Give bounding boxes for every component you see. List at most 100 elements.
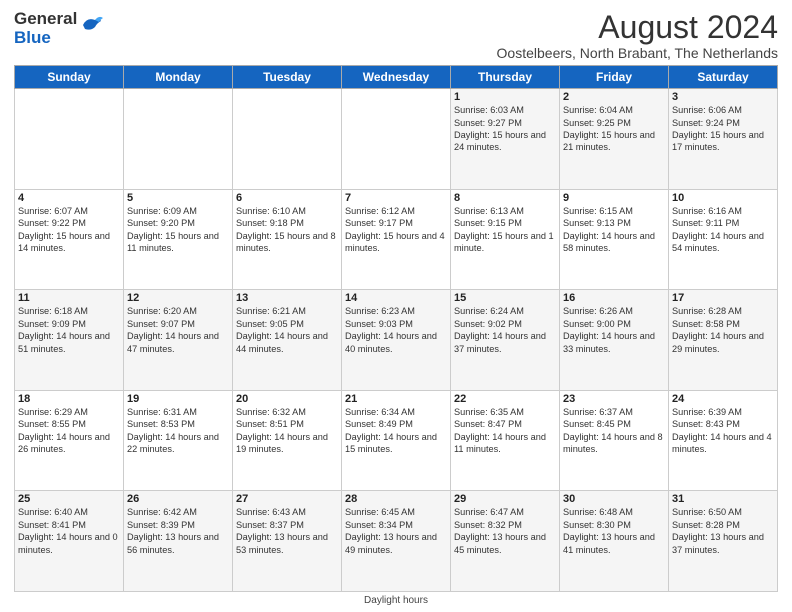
day-number: 1 [454,91,556,103]
day-cell: 5Sunrise: 6:09 AM Sunset: 9:20 PM Daylig… [124,189,233,290]
day-number: 20 [236,393,338,405]
week-row-1: 1Sunrise: 6:03 AM Sunset: 9:27 PM Daylig… [15,89,778,190]
calendar-body: 1Sunrise: 6:03 AM Sunset: 9:27 PM Daylig… [15,89,778,592]
day-info: Sunrise: 6:31 AM Sunset: 8:53 PM Dayligh… [127,406,229,456]
week-row-2: 4Sunrise: 6:07 AM Sunset: 9:22 PM Daylig… [15,189,778,290]
day-info: Sunrise: 6:15 AM Sunset: 9:13 PM Dayligh… [563,205,665,255]
day-info: Sunrise: 6:16 AM Sunset: 9:11 PM Dayligh… [672,205,774,255]
logo-bird-icon [81,15,103,35]
day-cell: 16Sunrise: 6:26 AM Sunset: 9:00 PM Dayli… [560,290,669,391]
calendar-header: SundayMondayTuesdayWednesdayThursdayFrid… [15,66,778,89]
day-cell: 20Sunrise: 6:32 AM Sunset: 8:51 PM Dayli… [233,390,342,491]
day-cell: 6Sunrise: 6:10 AM Sunset: 9:18 PM Daylig… [233,189,342,290]
day-number: 23 [563,393,665,405]
day-cell: 21Sunrise: 6:34 AM Sunset: 8:49 PM Dayli… [342,390,451,491]
day-number: 2 [563,91,665,103]
header: General Blue August 2024 Oostelbeers, No… [14,10,778,61]
day-info: Sunrise: 6:37 AM Sunset: 8:45 PM Dayligh… [563,406,665,456]
day-cell: 13Sunrise: 6:21 AM Sunset: 9:05 PM Dayli… [233,290,342,391]
day-cell: 7Sunrise: 6:12 AM Sunset: 9:17 PM Daylig… [342,189,451,290]
logo-general: General [14,9,77,28]
day-info: Sunrise: 6:13 AM Sunset: 9:15 PM Dayligh… [454,205,556,255]
logo-text: General Blue [14,10,77,47]
day-number: 6 [236,192,338,204]
day-number: 11 [18,292,120,304]
day-cell [15,89,124,190]
day-number: 22 [454,393,556,405]
day-cell: 4Sunrise: 6:07 AM Sunset: 9:22 PM Daylig… [15,189,124,290]
day-info: Sunrise: 6:29 AM Sunset: 8:55 PM Dayligh… [18,406,120,456]
day-number: 26 [127,493,229,505]
day-cell: 23Sunrise: 6:37 AM Sunset: 8:45 PM Dayli… [560,390,669,491]
day-number: 7 [345,192,447,204]
day-cell: 24Sunrise: 6:39 AM Sunset: 8:43 PM Dayli… [669,390,778,491]
col-header-monday: Monday [124,66,233,89]
day-cell [342,89,451,190]
day-info: Sunrise: 6:32 AM Sunset: 8:51 PM Dayligh… [236,406,338,456]
day-info: Sunrise: 6:20 AM Sunset: 9:07 PM Dayligh… [127,305,229,355]
day-info: Sunrise: 6:09 AM Sunset: 9:20 PM Dayligh… [127,205,229,255]
day-number: 10 [672,192,774,204]
day-info: Sunrise: 6:03 AM Sunset: 9:27 PM Dayligh… [454,104,556,154]
day-cell: 14Sunrise: 6:23 AM Sunset: 9:03 PM Dayli… [342,290,451,391]
day-number: 21 [345,393,447,405]
col-header-thursday: Thursday [451,66,560,89]
day-number: 3 [672,91,774,103]
title-block: August 2024 Oostelbeers, North Brabant, … [497,10,778,61]
day-cell: 31Sunrise: 6:50 AM Sunset: 8:28 PM Dayli… [669,491,778,592]
day-info: Sunrise: 6:40 AM Sunset: 8:41 PM Dayligh… [18,506,120,556]
day-number: 5 [127,192,229,204]
day-info: Sunrise: 6:43 AM Sunset: 8:37 PM Dayligh… [236,506,338,556]
day-cell [124,89,233,190]
day-cell: 30Sunrise: 6:48 AM Sunset: 8:30 PM Dayli… [560,491,669,592]
day-cell: 29Sunrise: 6:47 AM Sunset: 8:32 PM Dayli… [451,491,560,592]
day-info: Sunrise: 6:34 AM Sunset: 8:49 PM Dayligh… [345,406,447,456]
day-number: 27 [236,493,338,505]
day-info: Sunrise: 6:12 AM Sunset: 9:17 PM Dayligh… [345,205,447,255]
day-cell: 26Sunrise: 6:42 AM Sunset: 8:39 PM Dayli… [124,491,233,592]
day-number: 8 [454,192,556,204]
day-cell: 22Sunrise: 6:35 AM Sunset: 8:47 PM Dayli… [451,390,560,491]
day-cell: 1Sunrise: 6:03 AM Sunset: 9:27 PM Daylig… [451,89,560,190]
day-number: 12 [127,292,229,304]
day-number: 4 [18,192,120,204]
day-number: 24 [672,393,774,405]
col-header-friday: Friday [560,66,669,89]
day-number: 25 [18,493,120,505]
logo-blue: Blue [14,28,51,47]
day-info: Sunrise: 6:28 AM Sunset: 8:58 PM Dayligh… [672,305,774,355]
day-cell: 8Sunrise: 6:13 AM Sunset: 9:15 PM Daylig… [451,189,560,290]
day-cell: 27Sunrise: 6:43 AM Sunset: 8:37 PM Dayli… [233,491,342,592]
day-number: 14 [345,292,447,304]
col-header-saturday: Saturday [669,66,778,89]
day-cell: 28Sunrise: 6:45 AM Sunset: 8:34 PM Dayli… [342,491,451,592]
day-number: 17 [672,292,774,304]
header-row: SundayMondayTuesdayWednesdayThursdayFrid… [15,66,778,89]
week-row-3: 11Sunrise: 6:18 AM Sunset: 9:09 PM Dayli… [15,290,778,391]
day-cell: 19Sunrise: 6:31 AM Sunset: 8:53 PM Dayli… [124,390,233,491]
day-cell [233,89,342,190]
day-info: Sunrise: 6:04 AM Sunset: 9:25 PM Dayligh… [563,104,665,154]
day-info: Sunrise: 6:07 AM Sunset: 9:22 PM Dayligh… [18,205,120,255]
legend-item: Daylight hours [364,595,428,606]
calendar-table: SundayMondayTuesdayWednesdayThursdayFrid… [14,65,778,592]
day-cell: 3Sunrise: 6:06 AM Sunset: 9:24 PM Daylig… [669,89,778,190]
day-info: Sunrise: 6:35 AM Sunset: 8:47 PM Dayligh… [454,406,556,456]
day-number: 28 [345,493,447,505]
day-info: Sunrise: 6:42 AM Sunset: 8:39 PM Dayligh… [127,506,229,556]
subtitle: Oostelbeers, North Brabant, The Netherla… [497,45,778,61]
day-info: Sunrise: 6:47 AM Sunset: 8:32 PM Dayligh… [454,506,556,556]
day-info: Sunrise: 6:50 AM Sunset: 8:28 PM Dayligh… [672,506,774,556]
day-info: Sunrise: 6:39 AM Sunset: 8:43 PM Dayligh… [672,406,774,456]
day-number: 9 [563,192,665,204]
footer: Daylight hours [14,595,778,606]
col-header-tuesday: Tuesday [233,66,342,89]
col-header-wednesday: Wednesday [342,66,451,89]
day-number: 29 [454,493,556,505]
logo: General Blue [14,10,103,47]
day-info: Sunrise: 6:06 AM Sunset: 9:24 PM Dayligh… [672,104,774,154]
day-number: 31 [672,493,774,505]
day-info: Sunrise: 6:23 AM Sunset: 9:03 PM Dayligh… [345,305,447,355]
day-info: Sunrise: 6:48 AM Sunset: 8:30 PM Dayligh… [563,506,665,556]
day-cell: 17Sunrise: 6:28 AM Sunset: 8:58 PM Dayli… [669,290,778,391]
